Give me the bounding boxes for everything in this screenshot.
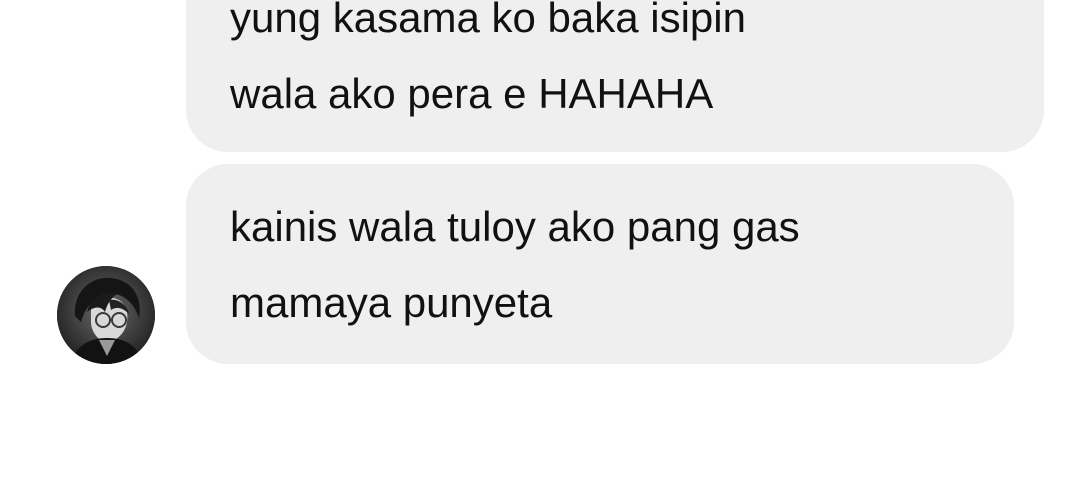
message-text: yung kasama ko baka isipin wala ako pera… [230,0,746,132]
message-bubble[interactable]: kainis wala tuloy ako pang gas mamaya pu… [186,164,1014,364]
message-text: kainis wala tuloy ako pang gas mamaya pu… [230,189,800,341]
chat-thread: yung kasama ko baka isipin wala ako pera… [0,0,1079,496]
avatar-image-icon [57,266,155,364]
sender-avatar[interactable] [57,266,155,364]
message-line: yung kasama ko baka isipin [230,0,746,41]
message-bubble[interactable]: yung kasama ko baka isipin wala ako pera… [186,0,1044,152]
message-line: wala ako pera e HAHAHA [230,70,714,117]
message-line: kainis wala tuloy ako pang gas [230,203,800,250]
message-line: mamaya punyeta [230,279,553,326]
